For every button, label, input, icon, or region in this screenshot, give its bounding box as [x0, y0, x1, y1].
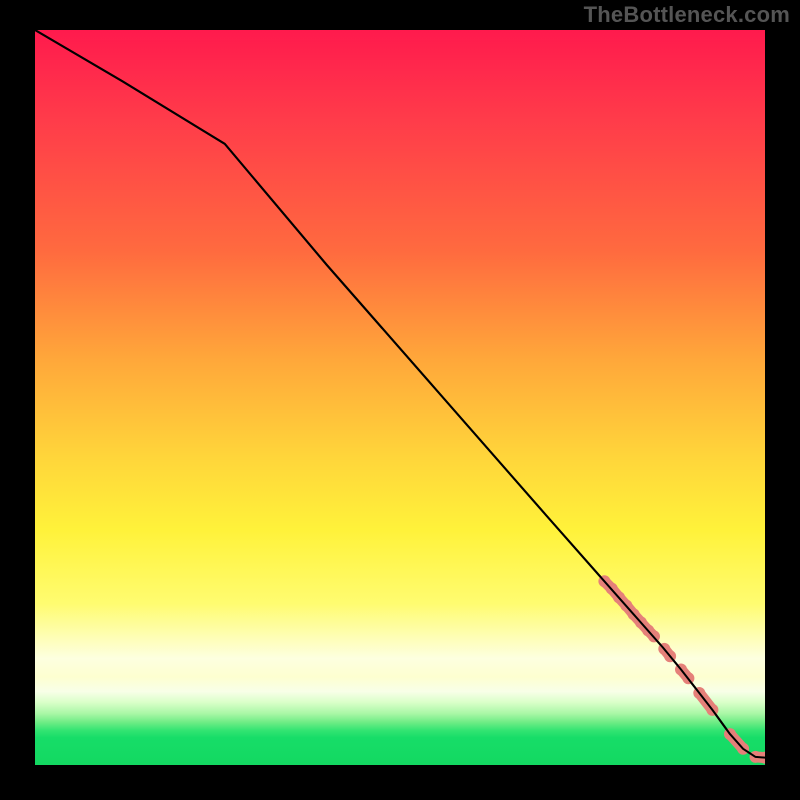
chart-frame: TheBottleneck.com: [0, 0, 800, 800]
watermark-text: TheBottleneck.com: [584, 2, 790, 28]
bottleneck-curve: [35, 30, 765, 758]
bottleneck-curve-top: [35, 30, 765, 758]
plot-overlay: [35, 30, 765, 765]
